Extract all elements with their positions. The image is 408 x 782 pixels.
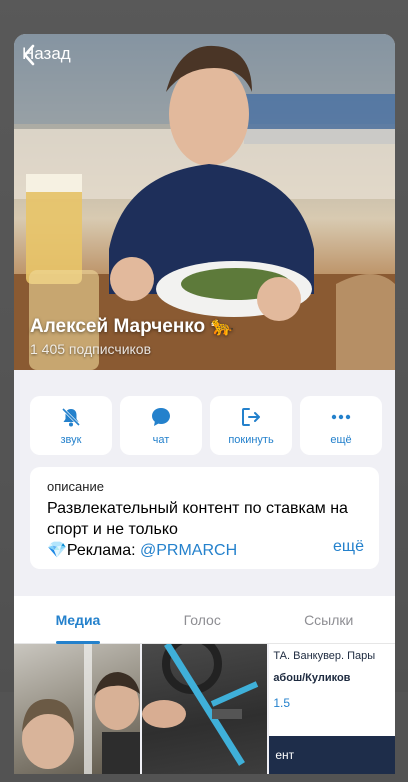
media-thumbnail[interactable] — [14, 644, 140, 774]
channel-name: Алексей Марченко 🐆 — [30, 316, 235, 337]
mute-button[interactable]: звук — [30, 396, 112, 455]
leave-icon — [239, 406, 263, 428]
media-thumbnail[interactable] — [141, 644, 268, 774]
leave-button[interactable]: покинуть — [210, 396, 292, 455]
more-dots-icon — [329, 406, 353, 428]
more-label: ещё — [330, 433, 352, 446]
selfie-photo — [22, 644, 140, 774]
more-button[interactable]: ещё — [300, 396, 382, 455]
media-tabs: Медиа Голос Ссылки — [14, 596, 395, 644]
media-preview-band: ент — [269, 736, 395, 774]
bell-mute-icon — [59, 406, 83, 428]
description-text: Развлекательный контент по ставкам на сп… — [47, 500, 348, 538]
ad-link[interactable]: @PRMARCH — [140, 542, 237, 559]
ad-prefix: 💎Реклама: — [47, 542, 140, 559]
media-preview-line1: ТА. Ванкувер. Пары — [273, 650, 376, 662]
description-caption: описание — [47, 479, 104, 494]
channel-cover-photo: Назад Алексей Марченко 🐆 1 405 подписчик… — [14, 34, 395, 370]
chat-bubble-icon — [149, 406, 173, 428]
tab-voice[interactable]: Голос — [178, 596, 227, 644]
chevron-left-icon — [23, 44, 35, 66]
description-more-link[interactable]: ещё — [333, 538, 364, 556]
subscriber-count: 1 405 подписчиков — [30, 341, 152, 357]
action-buttons: звук чат покинуть ещё — [30, 396, 382, 455]
ad-line: 💎Реклама: @PRMARCH — [47, 540, 362, 561]
chat-label: чат — [152, 433, 170, 446]
back-button[interactable]: Назад — [22, 44, 71, 66]
media-preview-line3: 1.5 — [273, 696, 290, 710]
media-grid: ТА. Ванкувер. Пары абош/Куликов 1.5 ент — [14, 644, 395, 774]
tab-media[interactable]: Медиа — [50, 596, 107, 644]
leave-label: покинуть — [228, 433, 274, 446]
tab-links[interactable]: Ссылки — [298, 596, 359, 644]
mute-label: звук — [60, 433, 82, 446]
media-thumbnail[interactable]: ТА. Ванкувер. Пары абош/Куликов 1.5 ент — [269, 644, 395, 774]
channel-profile-sheet: Назад Алексей Марченко 🐆 1 405 подписчик… — [14, 34, 395, 774]
description-card: описание Развлекательный контент по став… — [30, 467, 379, 569]
chat-button[interactable]: чат — [120, 396, 202, 455]
media-preview-line2: абош/Куликов — [273, 672, 351, 684]
bicycle-photo — [141, 644, 258, 766]
